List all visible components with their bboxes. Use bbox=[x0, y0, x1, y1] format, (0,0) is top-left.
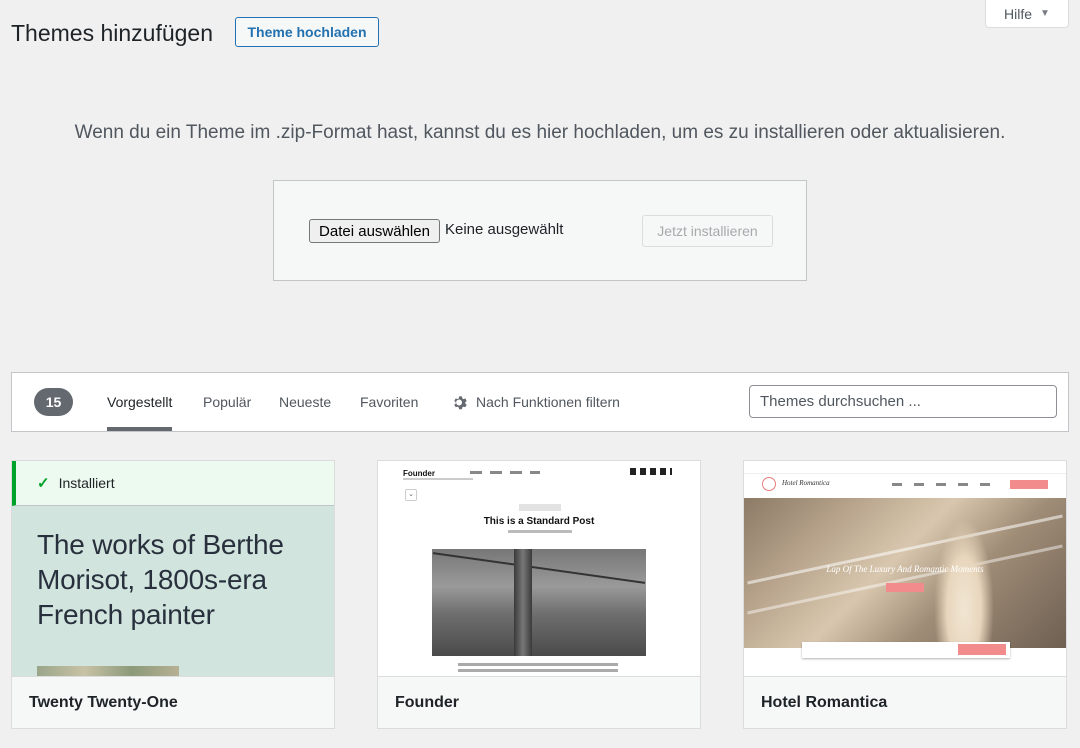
preview-topbar bbox=[744, 461, 1066, 474]
caret-down-icon: ▼ bbox=[1040, 8, 1050, 19]
theme-card-hotel-romantica[interactable]: Hotel Romantica Lap Of The Luxury And Ro… bbox=[743, 460, 1067, 729]
feature-filter-label: Nach Funktionen filtern bbox=[476, 394, 620, 410]
upload-theme-button[interactable]: Theme hochladen bbox=[235, 17, 379, 47]
preview-body-line bbox=[458, 663, 618, 666]
hotel-logo-icon bbox=[762, 477, 776, 491]
theme-card-founder[interactable]: Founder ⌄ This is a Standard Post Founde… bbox=[377, 460, 701, 729]
preview-cta bbox=[886, 583, 924, 592]
tab-favorites[interactable]: Favoriten bbox=[360, 373, 418, 431]
preview-tagline bbox=[403, 478, 473, 480]
theme-name: Twenty Twenty-One bbox=[12, 676, 334, 728]
theme-screenshot: Hotel Romantica Lap Of The Luxury And Ro… bbox=[744, 461, 1066, 676]
gear-icon bbox=[454, 395, 467, 409]
installed-notice: ✓ Installiert bbox=[12, 461, 334, 506]
preview-brand: Founder bbox=[403, 469, 435, 478]
theme-card-twenty-twenty-one[interactable]: ✓ Installiert The works of Berthe Moriso… bbox=[11, 460, 335, 729]
file-status: Keine ausgewählt bbox=[445, 221, 564, 238]
theme-count-badge: 15 bbox=[34, 388, 73, 416]
theme-screenshot: Founder ⌄ This is a Standard Post bbox=[378, 461, 700, 676]
tab-popular[interactable]: Populär bbox=[203, 373, 251, 431]
upload-description: Wenn du ein Theme im .zip-Format hast, k… bbox=[74, 122, 1006, 143]
theme-filter-bar: 15 Vorgestellt Populär Neueste Favoriten… bbox=[11, 372, 1069, 432]
preview-book-button bbox=[1010, 480, 1048, 489]
preview-brand: Hotel Romantica bbox=[782, 479, 830, 487]
preview-headline: Lap Of The Luxury And Romantic Moments bbox=[826, 564, 984, 574]
page-title: Themes hinzufügen bbox=[11, 20, 214, 46]
preview-image bbox=[37, 666, 179, 676]
preview-meta bbox=[508, 530, 572, 533]
preview-image bbox=[432, 549, 646, 656]
upload-form: Datei auswählen Keine ausgewählt Jetzt i… bbox=[273, 180, 807, 281]
install-now-button[interactable]: Jetzt installieren bbox=[642, 215, 773, 247]
preview-text: The works of Berthe Morisot, 1800s-era F… bbox=[37, 529, 284, 630]
preview-title: This is a Standard Post bbox=[483, 516, 595, 527]
tab-featured[interactable]: Vorgestellt bbox=[107, 373, 173, 431]
preview-nav bbox=[892, 483, 1002, 486]
chevron-down-icon: ⌄ bbox=[405, 489, 417, 501]
preview-nav bbox=[470, 471, 540, 474]
preview-social-icons bbox=[630, 468, 672, 475]
tab-latest[interactable]: Neueste bbox=[279, 373, 331, 431]
theme-name: Hotel Romantica bbox=[744, 676, 1066, 728]
theme-name: Founder bbox=[378, 676, 700, 728]
preview-image: Lap Of The Luxury And Romantic Moments bbox=[744, 498, 1066, 648]
help-tab[interactable]: Hilfe ▼ bbox=[985, 0, 1069, 28]
feature-filter-button[interactable]: Nach Funktionen filtern bbox=[452, 373, 620, 431]
checkmark-icon: ✓ bbox=[37, 475, 50, 492]
installed-label: Installiert bbox=[58, 475, 115, 491]
preview-booking-button bbox=[958, 644, 1006, 655]
preview-category bbox=[519, 504, 561, 511]
choose-file-button[interactable]: Datei auswählen bbox=[309, 219, 440, 243]
theme-search-input[interactable] bbox=[749, 385, 1057, 418]
preview-body-line bbox=[458, 669, 618, 672]
help-tab-label: Hilfe bbox=[1004, 5, 1033, 22]
